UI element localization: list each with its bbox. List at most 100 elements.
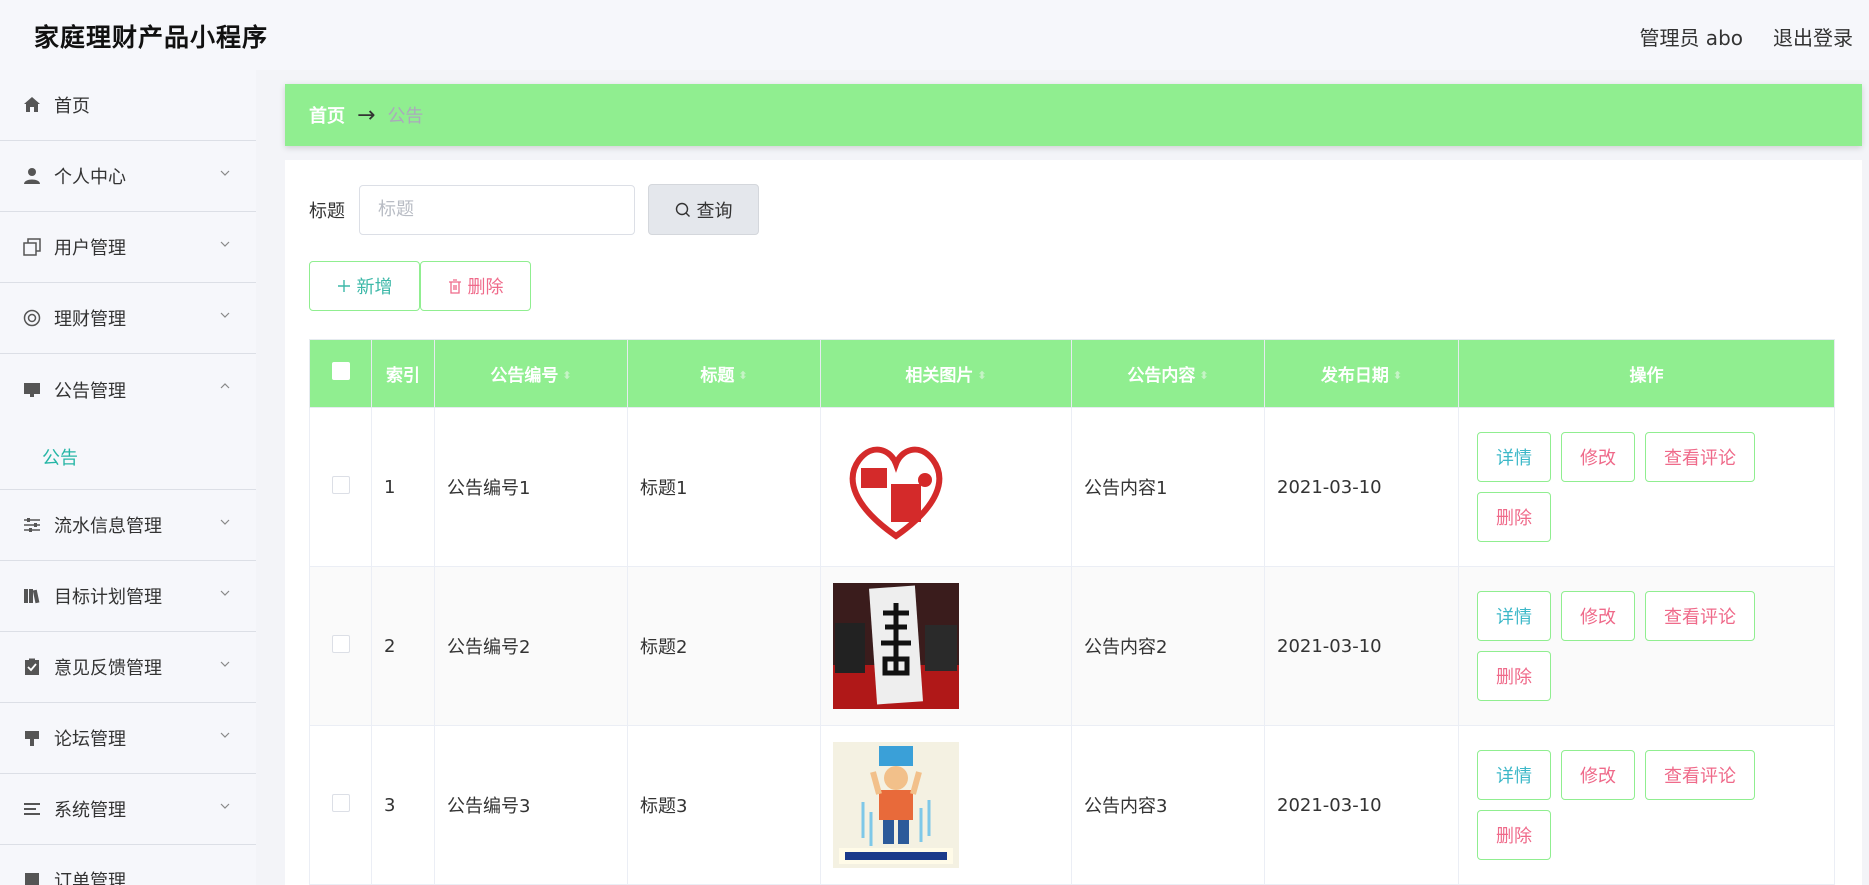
sort-icon[interactable]: ⬍ — [562, 370, 571, 381]
row-checkbox[interactable] — [331, 634, 350, 653]
breadcrumb-home[interactable]: 首页 — [309, 102, 345, 128]
sidebar-subitem-label: 公告 — [42, 448, 78, 469]
sidebar-item-home[interactable]: 首页 — [0, 70, 256, 141]
chevron-down-icon — [220, 803, 230, 809]
cell-content: 公告内容1 — [1071, 407, 1265, 567]
search-label: 标题 — [309, 200, 345, 222]
cell-ops: 详情 修改 查看评论 删除 — [1458, 566, 1835, 726]
header-title-label: 标题 — [700, 366, 735, 386]
sidebar-item-feedback[interactable]: 意见反馈管理 — [0, 632, 256, 703]
cell-index: 3 — [371, 725, 435, 885]
sidebar-item-label: 个人中心 — [54, 167, 126, 188]
sidebar-subitem-notice[interactable]: 公告 — [0, 425, 256, 490]
row-actions: 详情 修改 查看评论 删除 — [1471, 432, 1771, 542]
logout-link[interactable]: 退出登录 — [1773, 22, 1853, 51]
select-all-checkbox[interactable] — [331, 362, 350, 380]
lifebuoy-icon — [22, 308, 42, 328]
detail-button[interactable]: 详情 — [1477, 432, 1551, 482]
row-checkbox[interactable] — [331, 475, 350, 494]
search-row: 标题 查询 — [309, 184, 759, 235]
header-code[interactable]: 公告编号 ⬍ — [434, 339, 628, 408]
cell-date: 2021-03-10 — [1264, 566, 1459, 726]
sort-icon[interactable]: ⬍ — [738, 370, 747, 381]
chevron-down-icon — [220, 732, 230, 738]
sidebar-item-label: 用户管理 — [54, 238, 126, 259]
header-select-all[interactable] — [309, 339, 372, 408]
chevron-up-icon — [220, 383, 230, 389]
query-button[interactable]: 查询 — [648, 184, 759, 235]
sidebar-item-goals[interactable]: 目标计划管理 — [0, 561, 256, 632]
edit-button[interactable]: 修改 — [1561, 750, 1635, 800]
breadcrumb-current: 公告 — [387, 106, 424, 127]
header-image[interactable]: 相关图片 ⬍ — [820, 339, 1072, 408]
chevron-down-icon — [220, 170, 230, 176]
cell-index: 1 — [371, 407, 435, 567]
monitor-icon — [22, 380, 42, 400]
table-row: 1 公告编号1 标题1 公告内容1 2021-03-10 详情 修改 查看评论 … — [309, 407, 1835, 567]
breadcrumb-separator: → — [357, 102, 376, 128]
add-button[interactable]: 新增 — [309, 261, 420, 311]
cell-ops: 详情 修改 查看评论 删除 — [1458, 407, 1835, 567]
search-input[interactable] — [359, 184, 635, 235]
books-icon — [22, 586, 42, 606]
chevron-down-icon — [220, 661, 230, 667]
sidebar-item-system[interactable]: 系统管理 — [0, 774, 256, 845]
sidebar-item-forum[interactable]: 论坛管理 — [0, 703, 256, 774]
detail-button[interactable]: 详情 — [1477, 591, 1551, 641]
chevron-down-icon — [220, 519, 230, 525]
brush-icon — [22, 728, 42, 748]
chevron-down-icon — [220, 590, 230, 596]
sidebar-item-personal[interactable]: 个人中心 — [0, 141, 256, 212]
cell-image — [820, 566, 1072, 726]
user-icon — [22, 166, 42, 186]
cell-code: 公告编号2 — [434, 566, 628, 726]
app-title: 家庭理财产品小程序 — [34, 23, 269, 52]
batch-delete-button[interactable]: 删除 — [420, 261, 531, 311]
header-title[interactable]: 标题 ⬍ — [627, 339, 821, 408]
action-row: 新增 删除 — [309, 261, 531, 311]
sidebar-item-notice[interactable]: 公告管理 — [0, 354, 256, 425]
table-row: 3 公告编号3 标题3 公告内容3 2021-03-10 详情 修改 查看评论 … — [309, 725, 1835, 885]
view-comments-button[interactable]: 查看评论 — [1645, 432, 1755, 482]
delete-row-button[interactable]: 删除 — [1477, 651, 1551, 701]
cell-image — [820, 725, 1072, 885]
sidebar-item-orders[interactable]: 订单管理 — [0, 845, 256, 885]
cell-code: 公告编号3 — [434, 725, 628, 885]
header-image-label: 相关图片 — [905, 366, 974, 386]
view-comments-button[interactable]: 查看评论 — [1645, 750, 1755, 800]
row-select-cell — [309, 407, 372, 567]
row-checkbox[interactable] — [331, 793, 350, 812]
main-content: 标题 查询 新增 删除 索引 公告编号⬍ 标题⬍ 相关图片⬍ 公告内 — [285, 160, 1862, 885]
header-index: 索引 — [371, 339, 435, 408]
order-icon — [22, 870, 42, 885]
detail-button[interactable]: 详情 — [1477, 750, 1551, 800]
edit-button[interactable]: 修改 — [1561, 432, 1635, 482]
header-date[interactable]: 发布日期 ⬍ — [1264, 339, 1459, 408]
sidebar-item-label: 流水信息管理 — [54, 516, 162, 537]
cell-content: 公告内容3 — [1071, 725, 1265, 885]
cell-content: 公告内容2 — [1071, 566, 1265, 726]
delete-row-button[interactable]: 删除 — [1477, 492, 1551, 542]
sidebar-item-users[interactable]: 用户管理 — [0, 212, 256, 283]
header-date-label: 发布日期 — [1320, 366, 1389, 386]
sort-icon[interactable]: ⬍ — [1393, 370, 1402, 381]
edit-button[interactable]: 修改 — [1561, 591, 1635, 641]
sort-icon[interactable]: ⬍ — [977, 370, 986, 381]
sidebar-item-flow[interactable]: 流水信息管理 — [0, 490, 256, 561]
sort-icon[interactable]: ⬍ — [1199, 370, 1208, 381]
view-comments-button[interactable]: 查看评论 — [1645, 591, 1755, 641]
trash-icon — [448, 278, 461, 294]
notice-table: 索引 公告编号 ⬍ 标题 ⬍ 相关图片 ⬍ 公告内容 ⬍ 发布日期 ⬍ 操作 1 公告编号… — [309, 339, 1835, 885]
header-content[interactable]: 公告内容 ⬍ — [1071, 339, 1265, 408]
home-icon — [22, 95, 42, 115]
sliders-icon — [22, 515, 42, 535]
search-icon — [675, 202, 690, 217]
header-code-label: 公告编号 — [490, 366, 559, 386]
sidebar-item-finance[interactable]: 理财管理 — [0, 283, 256, 354]
sidebar-item-label: 系统管理 — [54, 800, 126, 821]
cell-title: 标题1 — [627, 407, 821, 567]
copy-icon — [22, 237, 42, 257]
user-area: 管理员 abo 退出登录 — [1639, 22, 1853, 51]
delete-row-button[interactable]: 删除 — [1477, 810, 1551, 860]
sidebar-item-label: 首页 — [54, 96, 90, 117]
